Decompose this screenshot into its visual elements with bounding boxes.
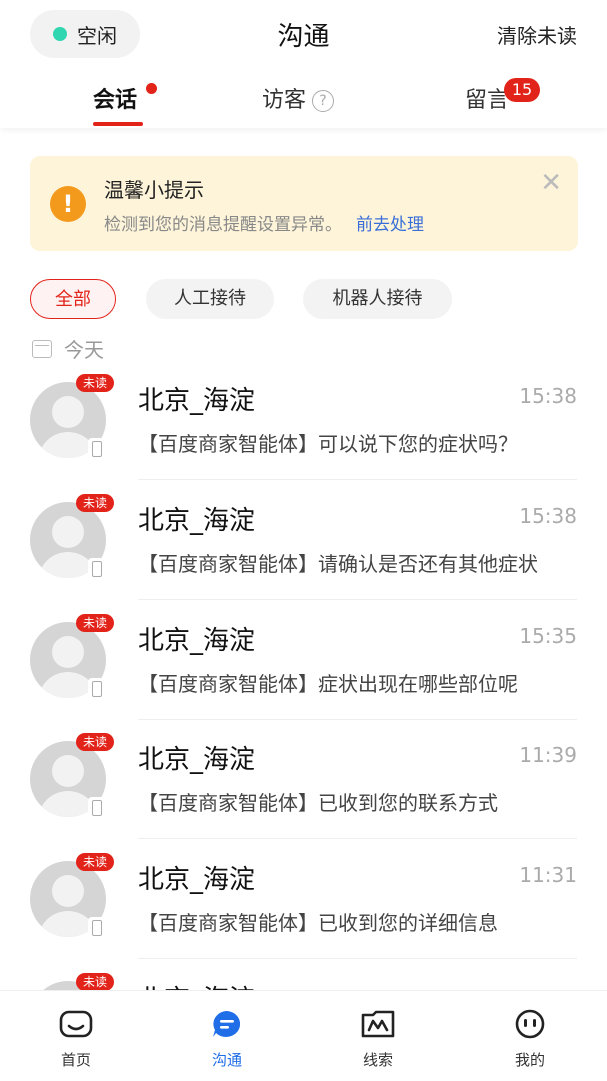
leads-icon (361, 1010, 395, 1038)
chat-icon (213, 1011, 241, 1037)
tab-messages[interactable]: 留言 (465, 82, 509, 114)
nav-leads[interactable]: 线索 (328, 1009, 428, 1070)
conversation-item[interactable]: 未读 北京_海淀 15:35 【百度商家智能体】症状出现在哪些部位呢 (0, 600, 607, 720)
tab-label: 访客 (262, 88, 307, 113)
date-group-header: 今天 (32, 334, 104, 363)
conversation-preview: 【百度商家智能体】已收到您的联系方式 (138, 791, 498, 815)
conversation-item[interactable]: 未读 北京_海淀 11:39 【百度商家智能体】已收到您的联系方式 (0, 719, 607, 839)
bottom-nav: 首页 沟通 线索 我的 (0, 990, 607, 1081)
conversation-time: 11:31 (519, 863, 577, 887)
unread-badge: 未读 (76, 494, 114, 512)
mobile-icon (88, 438, 106, 460)
clear-unread-button[interactable]: 清除未读 (497, 20, 577, 49)
nav-label: 首页 (60, 1051, 91, 1069)
unread-badge: 未读 (76, 614, 114, 632)
conversation-preview: 【百度商家智能体】已收到您的详细信息 (138, 911, 498, 935)
conversation-item[interactable]: 未读 北京_海淀 15:38 【百度商家智能体】请确认是否还有其他症状 (0, 480, 607, 600)
mobile-icon (88, 917, 106, 939)
conversation-preview: 【百度商家智能体】请确认是否还有其他症状 (138, 552, 538, 576)
conversation-name: 北京_海淀 (138, 745, 256, 775)
tab-label: 留言 (465, 88, 510, 113)
tab-active-indicator (93, 122, 143, 126)
conversation-name: 北京_海淀 (138, 386, 256, 416)
warning-icon: ! (50, 186, 86, 222)
unread-badge: 未读 (76, 973, 114, 991)
messages-count-badge: 15 (504, 78, 540, 102)
unread-badge: 未读 (76, 733, 114, 751)
tip-banner: ! 温馨小提示 检测到您的消息提醒设置异常。 前去处理 ✕ (30, 156, 578, 251)
conversation-time: 15:38 (519, 504, 577, 528)
header: 空闲 沟通 清除未读 会话 访客? 留言 15 (0, 0, 607, 128)
help-icon[interactable]: ? (312, 90, 335, 112)
conversation-time: 15:38 (519, 384, 577, 408)
nav-label: 线索 (362, 1051, 393, 1069)
home-icon (59, 1010, 93, 1038)
filter-robot[interactable]: 机器人接待 (303, 279, 452, 319)
nav-label: 沟通 (211, 1051, 242, 1069)
nav-label: 我的 (514, 1051, 545, 1069)
conversation-name: 北京_海淀 (138, 865, 256, 895)
filter-human[interactable]: 人工接待 (146, 279, 274, 319)
new-dot-badge (146, 83, 157, 94)
conversation-time: 11:39 (519, 743, 577, 767)
unread-badge: 未读 (76, 853, 114, 871)
date-label: 今天 (64, 338, 104, 362)
mobile-icon (88, 678, 106, 700)
nav-profile[interactable]: 我的 (480, 1009, 580, 1070)
mobile-icon (88, 558, 106, 580)
conversation-preview: 【百度商家智能体】可以说下您的症状吗？ (138, 432, 518, 456)
close-icon[interactable]: ✕ (540, 168, 562, 198)
nav-chat[interactable]: 沟通 (177, 1009, 277, 1070)
calendar-icon (32, 339, 52, 358)
conversation-item[interactable]: 未读 北京_海淀 11:31 【百度商家智能体】已收到您的详细信息 (0, 839, 607, 959)
nav-home[interactable]: 首页 (26, 1009, 126, 1070)
conversation-item[interactable]: 未读 北京_海淀 15:38 【百度商家智能体】可以说下您的症状吗？ (0, 360, 607, 480)
tip-message: 检测到您的消息提醒设置异常。 (104, 215, 342, 235)
tip-action-link[interactable]: 前去处理 (356, 215, 424, 235)
profile-icon (515, 1009, 545, 1039)
conversation-time: 15:35 (519, 624, 577, 648)
tip-text: 检测到您的消息提醒设置异常。 前去处理 (104, 210, 424, 235)
conversation-preview: 【百度商家智能体】症状出现在哪些部位呢 (138, 672, 518, 696)
conversation-name: 北京_海淀 (138, 506, 256, 536)
unread-badge: 未读 (76, 374, 114, 392)
mobile-icon (88, 797, 106, 819)
tip-title: 温馨小提示 (104, 178, 204, 202)
conversation-name: 北京_海淀 (138, 626, 256, 656)
tab-bar: 会话 访客? 留言 15 (0, 72, 607, 128)
tab-conversations[interactable]: 会话 (93, 82, 137, 114)
tab-visitors[interactable]: 访客? (262, 82, 335, 114)
filter-all[interactable]: 全部 (30, 279, 116, 319)
tab-label: 会话 (93, 88, 138, 113)
